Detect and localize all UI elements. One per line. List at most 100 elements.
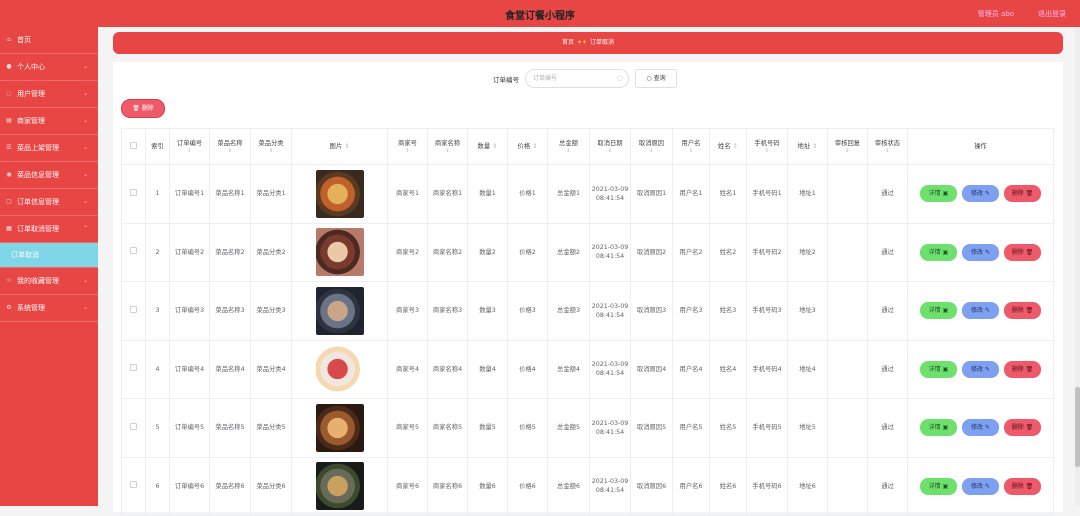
column-header[interactable]: 商家号 ⇕ [387, 128, 428, 165]
detail-button[interactable]: 详情 ▣ [920, 243, 957, 261]
cell-idx: 3 [145, 281, 170, 341]
row-checkbox[interactable] [130, 481, 137, 489]
cell-qty: 数量5 [467, 398, 508, 458]
detail-button[interactable]: 详情 ▣ [920, 302, 957, 320]
edit-button[interactable]: 修改 ✎ [962, 360, 999, 378]
row-checkbox-cell [121, 456, 146, 516]
sidebar-item-favorites[interactable]: ☆ 我的收藏管理 ⌄ [0, 268, 98, 295]
row-checkbox[interactable] [130, 247, 137, 255]
cell-merchant-no: 商家号1 [387, 164, 428, 224]
detail-icon: ▣ [942, 307, 949, 315]
sidebar-item-system[interactable]: ⚙ 系统管理 ⌄ [0, 295, 98, 322]
dish-image[interactable] [315, 169, 364, 218]
column-header[interactable]: 地址 ⇕ [787, 128, 828, 165]
logout-link[interactable]: 退出登录 [1038, 9, 1066, 19]
delete-button[interactable]: 删除 🗑 [1004, 360, 1041, 378]
edit-button[interactable]: 修改 ✎ [962, 185, 999, 203]
actions-cell: 详情 ▣ 修改 ✎ 删除 🗑 [907, 398, 1054, 458]
chevron-down-icon: ⌄ [82, 90, 88, 97]
cell-order-no: 订单编号3 [169, 281, 210, 341]
edit-button[interactable]: 修改 ✎ [962, 419, 999, 437]
column-header[interactable]: 订单编号 ⇕ [169, 128, 210, 165]
sidebar-item-dish-info[interactable]: ◉ 菜品信息管理 ⌄ [0, 162, 98, 189]
trash-icon: 🗑 [1025, 190, 1034, 198]
breadcrumb-home[interactable]: 首页 [562, 39, 574, 46]
orders-table: 索引 订单编号 ⇕ 菜品名称 ⇕ 菜品分类 ⇕ 图片 ⇕ 商家号 ⇕ 商家名称 ⇕ 数量 … [121, 128, 1054, 516]
order-number-input[interactable]: 订单编号 ○ [525, 69, 629, 88]
detail-icon: ▣ [942, 190, 949, 198]
edit-icon: ✎ [984, 365, 990, 373]
edit-button[interactable]: 修改 ✎ [962, 477, 999, 495]
table-row[interactable]: 6 订单编号6 菜品名称6 菜品分类6 商家号6 商家名称6 数量6 价格6 总金额6 2021-… [121, 456, 1054, 516]
column-header[interactable]: 取消原因 ⇕ [630, 128, 673, 165]
column-header[interactable]: 总金额 ⇕ [547, 128, 590, 165]
dish-image[interactable] [315, 286, 364, 335]
edit-button[interactable]: 修改 ✎ [962, 243, 999, 261]
user-icon: ● [6, 63, 12, 70]
column-header[interactable]: 取消日期 ⇕ [589, 128, 631, 165]
table-row[interactable]: 2 订单编号2 菜品名称2 菜品分类2 商家号2 商家名称2 数量2 价格2 总金额2 2021-… [121, 222, 1054, 282]
column-header[interactable]: 菜品名称 ⇕ [209, 128, 251, 165]
cell-total: 总金额2 [547, 222, 590, 282]
column-header[interactable]: 用户名 ⇕ [672, 128, 710, 165]
column-header[interactable]: 手机号码 ⇕ [746, 128, 788, 165]
table-row[interactable]: 4 订单编号4 菜品名称4 菜品分类4 商家号4 商家名称4 数量4 价格4 总金额4 2021-… [121, 339, 1054, 399]
detail-icon: ▣ [942, 482, 949, 490]
cell-qty: 数量1 [467, 164, 508, 224]
detail-button[interactable]: 详情 ▣ [920, 419, 957, 437]
dish-image[interactable] [315, 403, 364, 452]
dish-image[interactable] [315, 228, 364, 277]
select-all-checkbox[interactable] [130, 141, 137, 149]
column-header[interactable]: 商家名称 ⇕ [427, 128, 468, 165]
column-header[interactable]: 图片 ⇕ [291, 128, 388, 165]
dish-image[interactable] [315, 462, 364, 511]
delete-button[interactable]: 删除 🗑 [1004, 477, 1041, 495]
cell-reason: 取消原因2 [630, 222, 673, 282]
row-checkbox[interactable] [130, 422, 137, 430]
delete-button[interactable]: 删除 🗑 [1004, 185, 1041, 203]
column-header[interactable]: 数量 ⇕ [467, 128, 508, 165]
sidebar-subitem-order-cancel[interactable]: 订单取消 [0, 243, 98, 268]
query-button[interactable]: ○ 查询 [635, 69, 677, 88]
sidebar-item-merchants[interactable]: ▤ 商家管理 ⌄ [0, 108, 98, 135]
row-checkbox[interactable] [130, 364, 137, 372]
column-header[interactable]: 审核回复 ⇕ [827, 128, 868, 165]
sidebar-item-home[interactable]: ⌂ 首页 [0, 27, 98, 54]
column-header[interactable]: 审核状态 ⇕ [867, 128, 908, 165]
page-scrollbar[interactable] [1075, 27, 1080, 506]
sidebar-item-dish-listing[interactable]: ☰ 菜品上架管理 ⌄ [0, 135, 98, 162]
sidebar-item-users[interactable]: ◌ 用户管理 ⌄ [0, 81, 98, 108]
trash-icon: 🗑 [1025, 365, 1034, 373]
scrollbar-thumb[interactable] [1075, 387, 1080, 467]
actions-cell: 详情 ▣ 修改 ✎ 删除 🗑 [907, 164, 1054, 224]
edit-button[interactable]: 修改 ✎ [962, 302, 999, 320]
detail-button[interactable]: 详情 ▣ [920, 477, 957, 495]
cell-reply [827, 222, 868, 282]
table-row[interactable]: 5 订单编号5 菜品名称5 菜品分类5 商家号5 商家名称5 数量5 价格5 总金额5 2021-… [121, 398, 1054, 458]
cell-order-no: 订单编号4 [169, 339, 210, 399]
column-header: 操作 [907, 128, 1054, 165]
cell-username: 用户名4 [672, 339, 710, 399]
table-row[interactable]: 1 订单编号1 菜品名称1 菜品分类1 商家号1 商家名称1 数量1 价格1 总金额1 2021-… [121, 164, 1054, 224]
top-bar: 食堂订餐小程序 管理员 abo 退出登录 [0, 0, 1080, 27]
clear-icon[interactable]: ○ [617, 70, 623, 87]
dish-image[interactable] [315, 345, 364, 394]
column-header[interactable]: 姓名 ⇕ [709, 128, 747, 165]
cell-merchant: 商家名称6 [427, 456, 468, 516]
row-checkbox[interactable] [130, 188, 137, 196]
sidebar-item-orders[interactable]: ▢ 订单信息管理 ⌄ [0, 189, 98, 216]
batch-delete-button[interactable]: 🗑 删除 [121, 99, 165, 118]
dish-image-cell [291, 222, 388, 282]
row-checkbox[interactable] [130, 305, 137, 313]
column-header[interactable]: 价格 ⇕ [507, 128, 548, 165]
delete-button[interactable]: 删除 🗑 [1004, 243, 1041, 261]
detail-button[interactable]: 详情 ▣ [920, 185, 957, 203]
content-panel: 订单编号 订单编号 ○ ○ 查询 🗑 删除 索引 订单编号 ⇕ 菜品名称 ⇕ 菜品分类… [113, 62, 1063, 516]
table-row[interactable]: 3 订单编号3 菜品名称3 菜品分类3 商家号3 商家名称3 数量3 价格3 总金额3 2021-… [121, 281, 1054, 341]
column-header[interactable]: 菜品分类 ⇕ [250, 128, 292, 165]
sidebar-item-profile[interactable]: ● 个人中心 ⌄ [0, 54, 98, 81]
delete-button[interactable]: 删除 🗑 [1004, 419, 1041, 437]
delete-button[interactable]: 删除 🗑 [1004, 302, 1041, 320]
detail-button[interactable]: 详情 ▣ [920, 360, 957, 378]
sidebar-item-order-cancel[interactable]: ▦ 订单取消管理 ⌃ [0, 216, 98, 243]
